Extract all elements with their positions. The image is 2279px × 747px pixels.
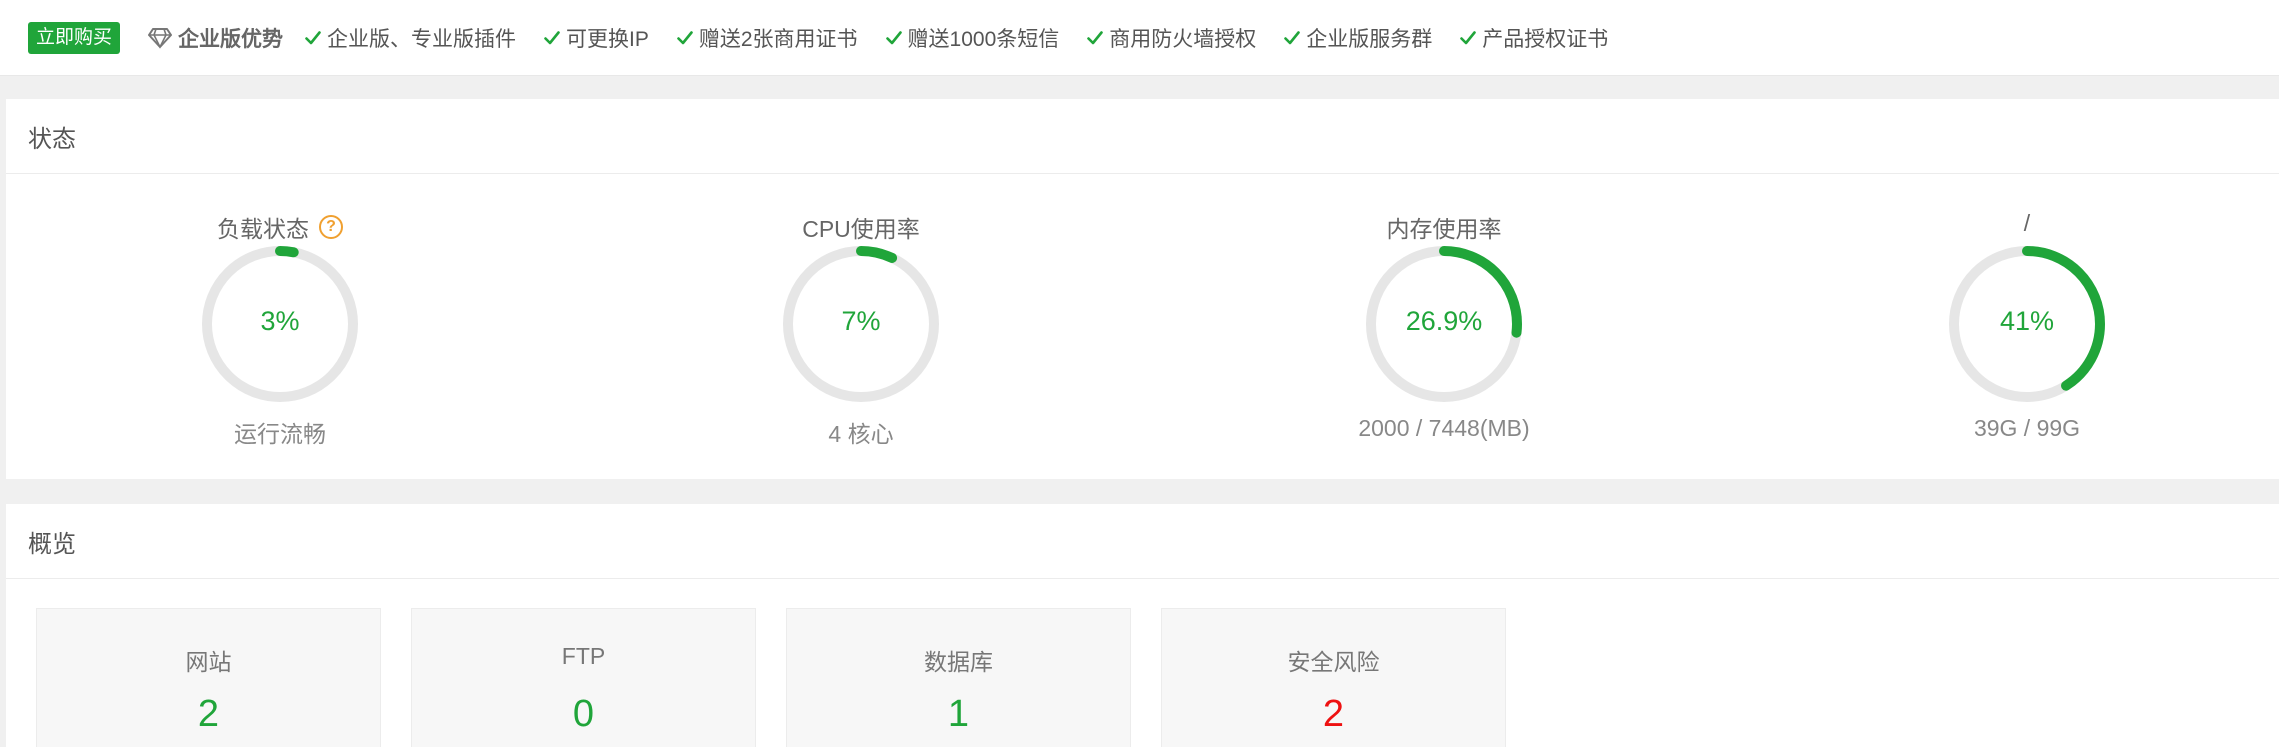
check-icon (544, 30, 560, 44)
card-value: 2 (1322, 693, 1345, 735)
overview-card-ftp[interactable]: FTP 0 (411, 608, 756, 747)
gauge-title: 内存使用率 (1386, 216, 1502, 242)
gauge-subtext: 39G / 99G (1973, 415, 2081, 441)
feature-label: 赠送2张商用证书 (698, 27, 858, 51)
enterprise-advantages[interactable]: 企业版优势 (148, 23, 283, 53)
overview-panel-title: 概览 (6, 504, 2279, 579)
feature-label: 产品授权证书 (1482, 27, 1609, 51)
overview-panel: 概览 网站 2 FTP 0 数据库 1 安全风险 2 (6, 504, 2279, 747)
feature-label: 企业版服务群 (1306, 27, 1433, 51)
diamond-icon (148, 27, 173, 49)
gauge-value: 7% (841, 306, 881, 336)
feature-label: 赠送1000条短信 (907, 27, 1060, 51)
status-panel: 状态 负载状态 ? 3% 运行流畅 CPU使用率 7% 4 核心 内存使用率 2… (6, 99, 2279, 479)
card-value: 0 (572, 693, 595, 735)
check-icon (677, 30, 693, 44)
load-gauge[interactable]: 负载状态 ? 3% 运行流畅 (150, 174, 410, 474)
question-icon[interactable]: ? (319, 215, 343, 239)
card-value: 2 (197, 693, 220, 735)
memory-gauge[interactable]: 内存使用率 26.9% 2000 / 7448(MB) (1314, 174, 1574, 474)
buy-now-button[interactable]: 立即购买 (28, 21, 121, 54)
enterprise-advantages-label: 企业版优势 (178, 27, 284, 51)
feature-item: 企业版、专业版插件 (305, 23, 516, 53)
gauge-title: 负载状态 (217, 216, 309, 242)
gauge-value: 3% (260, 306, 300, 336)
feature-label: 商用防火墙授权 (1109, 27, 1257, 51)
gauge-subtext: 2000 / 7448(MB) (1358, 415, 1530, 441)
feature-list: 企业版、专业版插件 可更换IP 赠送2张商用证书 赠送1000条短信 商用防火墙授权 企业… (305, 23, 1636, 53)
check-icon (1087, 30, 1104, 44)
enterprise-banner: 立即购买 企业版优势 企业版、专业版插件 可更换IP 赠送2张商用证书 赠送1000条… (0, 0, 2279, 76)
feature-item: 赠送2张商用证书 (677, 23, 858, 53)
overview-card-databases[interactable]: 数据库 1 (786, 608, 1131, 747)
card-label: 网站 (185, 649, 232, 675)
feature-item: 赠送1000条短信 (885, 23, 1060, 53)
overview-card-sites[interactable]: 网站 2 (36, 608, 381, 747)
card-value: 1 (947, 693, 970, 735)
check-icon (1460, 30, 1477, 44)
gauge-subtext: 运行流畅 (234, 421, 326, 447)
feature-label: 企业版、专业版插件 (327, 27, 517, 51)
gauge-title: CPU使用率 (802, 216, 920, 242)
feature-label: 可更换IP (566, 27, 649, 51)
card-label: FTP (561, 643, 606, 669)
gauge-value: 41% (1999, 306, 2055, 336)
overview-card-security-risk[interactable]: 安全风险 2 (1161, 608, 1506, 747)
disk-gauge[interactable]: / 41% 39G / 99G (1897, 174, 2157, 474)
feature-item: 商用防火墙授权 (1087, 23, 1256, 53)
check-icon (305, 30, 321, 44)
card-label: 安全风险 (1287, 649, 1380, 675)
card-label: 数据库 (924, 649, 993, 675)
feature-item: 产品授权证书 (1460, 23, 1608, 53)
status-panel-title: 状态 (6, 99, 2279, 174)
gauge-title: / (2023, 210, 2031, 236)
feature-item: 企业版服务群 (1284, 23, 1432, 53)
gauge-value: 26.9% (1405, 306, 1483, 336)
check-icon (1284, 30, 1301, 44)
feature-item: 可更换IP (544, 23, 649, 53)
gauge-subtext: 4 核心 (828, 421, 894, 447)
cpu-gauge[interactable]: CPU使用率 7% 4 核心 (731, 174, 991, 474)
check-icon (885, 30, 902, 44)
